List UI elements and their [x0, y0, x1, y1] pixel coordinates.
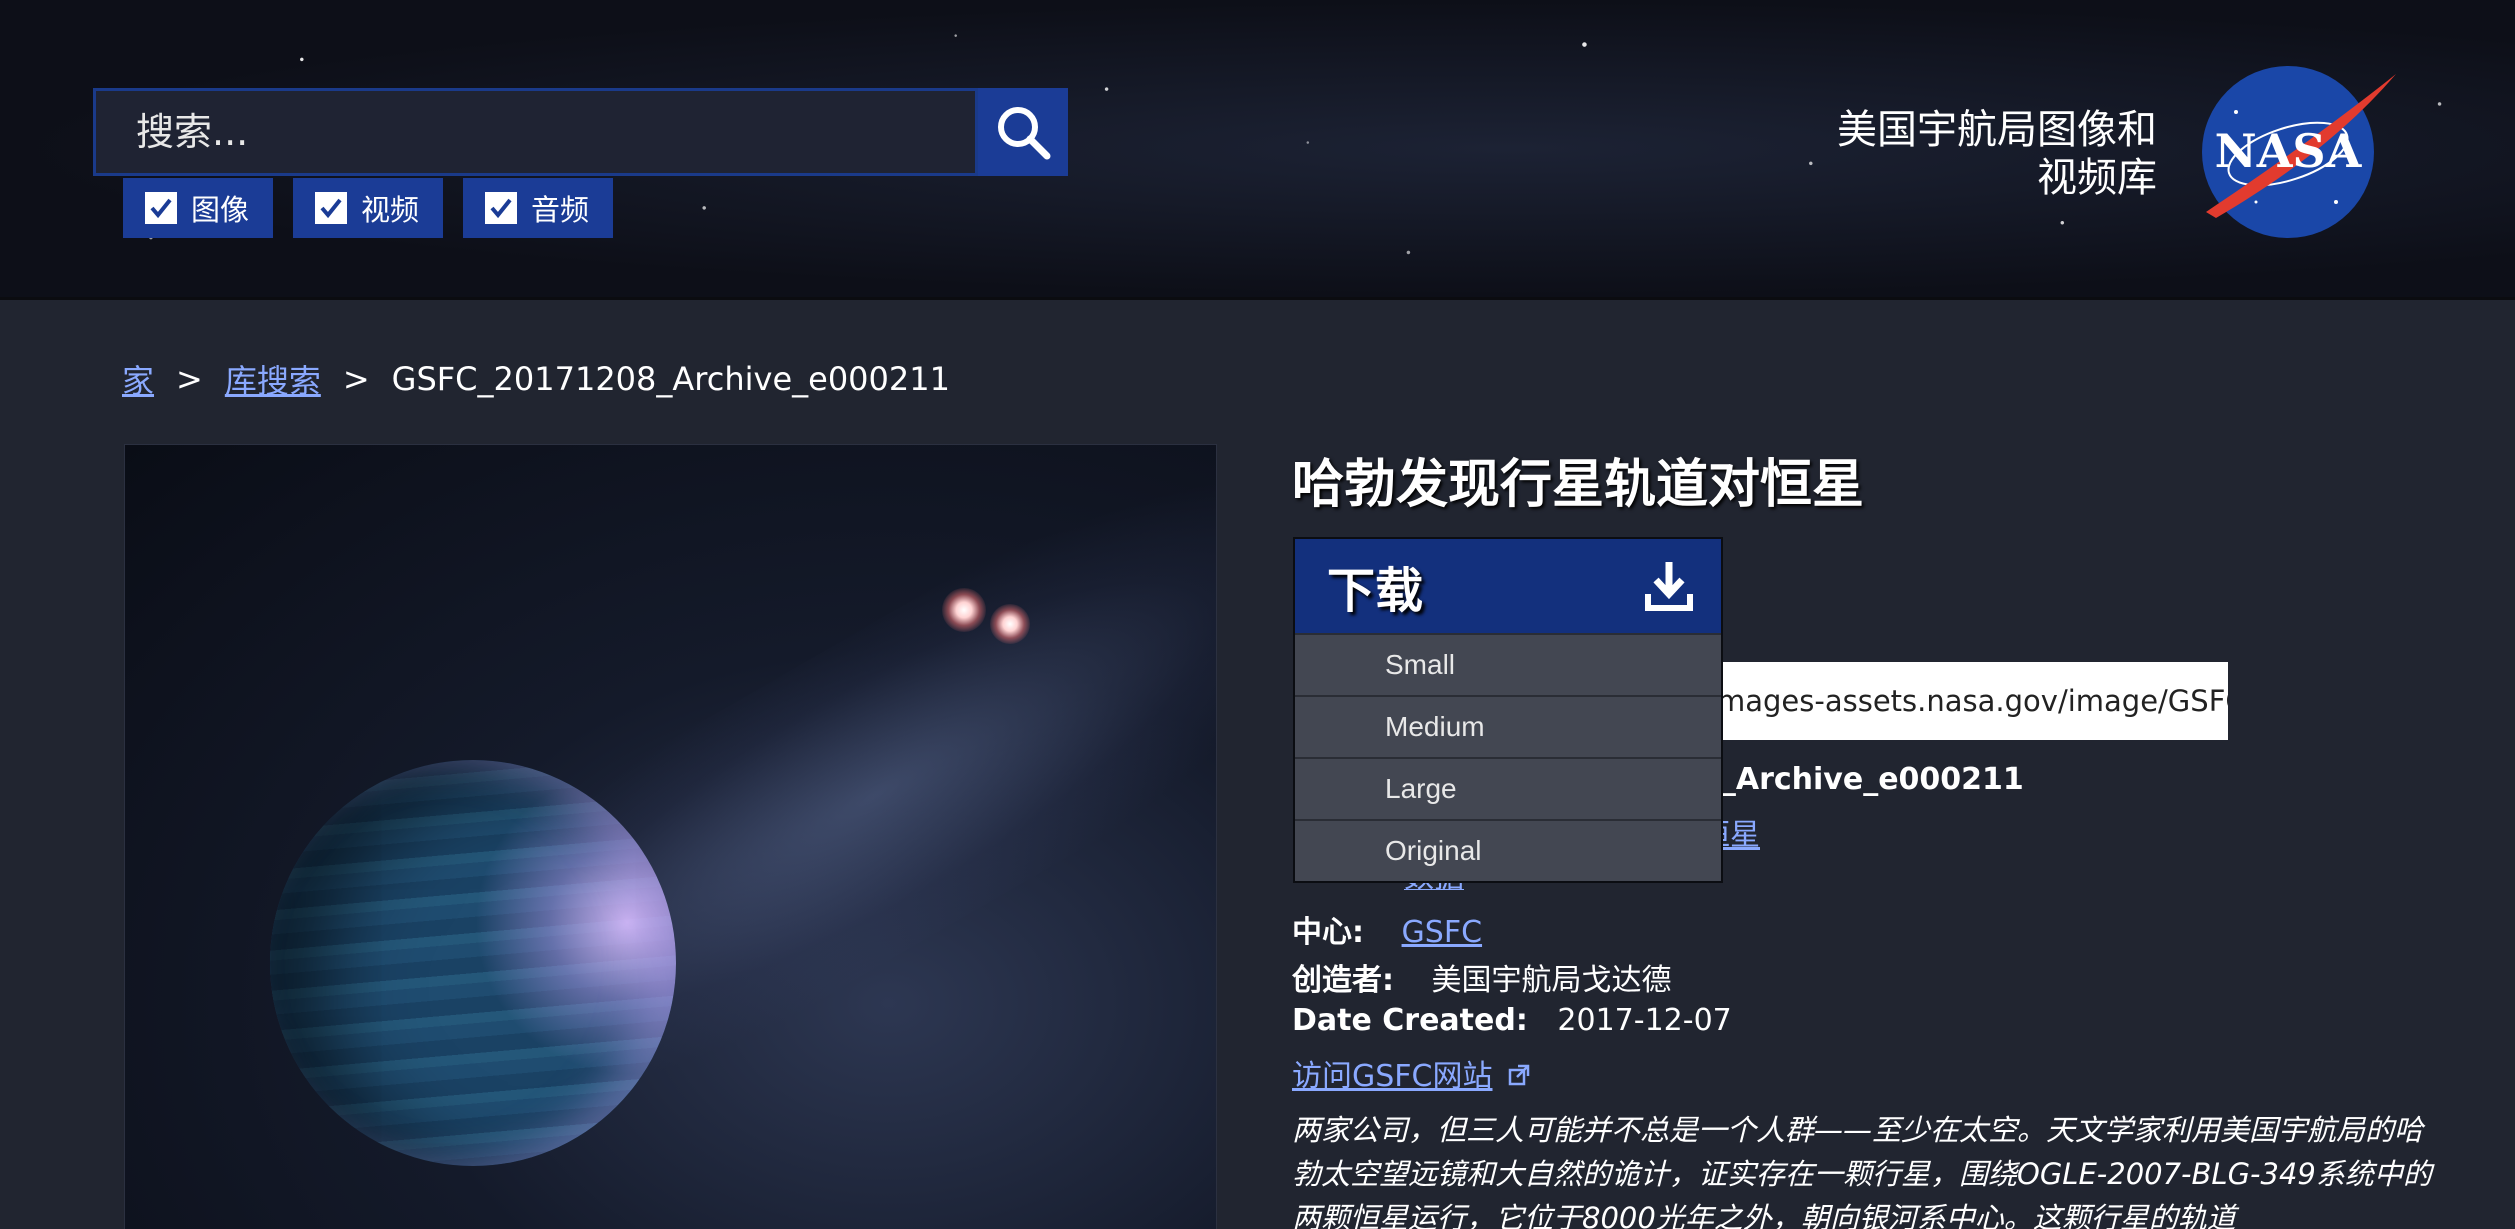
filter-label: 视频	[361, 193, 420, 227]
asset-image[interactable]	[124, 444, 1217, 1229]
breadcrumb: 家 > 库搜索 > GSFC_20171208_Archive_e000211	[122, 356, 950, 402]
download-option-small[interactable]: Small	[1295, 633, 1721, 695]
star-a	[942, 588, 986, 632]
asset-description: 两家公司，但三人可能并不总是一个人群——至少在太空。天文学家利用美国宇航局的哈勃…	[1292, 1113, 2432, 1229]
download-icon	[1645, 562, 1693, 611]
filter-audio[interactable]: 音频	[463, 178, 614, 238]
header-banner: 图像 视频 音频 美国宇航局图像和 视频库 NASA	[0, 0, 2515, 300]
media-filters: 图像 视频 音频	[123, 178, 614, 238]
search-input[interactable]	[136, 110, 975, 154]
search-button[interactable]	[978, 88, 1068, 176]
search-icon	[998, 107, 1051, 160]
visit-center-link[interactable]: 访问GSFC网站	[1292, 1059, 1493, 1094]
date-value: 2017-12-07	[1557, 1003, 1732, 1038]
breadcrumb-separator: >	[342, 360, 370, 398]
date-label: Date Created:	[1292, 1003, 1528, 1038]
library-title-line1: 美国宇航局图像和	[1837, 107, 2157, 153]
check-icon	[150, 198, 172, 219]
date-row: Date Created: 2017-12-07	[1292, 1003, 1732, 1038]
center-link[interactable]: GSFC	[1402, 915, 1483, 950]
creator-value: 美国宇航局戈达德	[1431, 963, 1672, 998]
checkbox-videos[interactable]	[315, 192, 348, 224]
creator-row: 创造者: 美国宇航局戈达德	[1292, 955, 1672, 999]
download-label: 下载	[1327, 563, 1424, 619]
nasa-logo[interactable]: NASA	[2196, 62, 2402, 238]
breadcrumb-search-link[interactable]: 库搜索	[225, 356, 321, 402]
checkbox-audio[interactable]	[485, 192, 518, 224]
download-button[interactable]: 下载	[1295, 539, 1721, 633]
download-menu: 下载 Small Medium Large Original	[1293, 537, 1723, 883]
asset-url-value: https://images-assets.nasa.gov/image/GSF…	[1700, 684, 2228, 718]
library-title[interactable]: 美国宇航局图像和 视频库	[1837, 106, 2157, 202]
check-icon	[320, 198, 342, 219]
check-icon	[490, 198, 512, 219]
download-option-large[interactable]: Large	[1295, 757, 1721, 819]
search-box[interactable]	[93, 88, 978, 176]
download-option-original[interactable]: Original	[1295, 819, 1721, 881]
center-row: 中心: GSFC	[1292, 907, 1482, 951]
library-title-line2: 视频库	[2037, 155, 2157, 201]
planet	[270, 760, 676, 1166]
filter-label: 音频	[531, 193, 590, 227]
center-label: 中心:	[1292, 915, 1364, 950]
filter-images[interactable]: 图像	[123, 178, 274, 238]
logo-text: NASA	[2215, 124, 2363, 178]
asset-url-field[interactable]: https://images-assets.nasa.gov/image/GSF…	[1700, 662, 2228, 740]
filter-videos[interactable]: 视频	[293, 178, 444, 238]
nasa-id-value: 8_Archive_e000211	[1700, 762, 2024, 797]
creator-label: 创造者:	[1292, 963, 1394, 998]
nasa-id-row: 8_Archive_e000211	[1700, 762, 2024, 797]
checkbox-images[interactable]	[145, 192, 177, 224]
page-title: 哈勃发现行星轨道对恒星	[1292, 455, 1865, 515]
download-option-medium[interactable]: Medium	[1295, 695, 1721, 757]
breadcrumb-separator: >	[176, 360, 203, 398]
visit-row: 访问GSFC网站	[1292, 1051, 1530, 1095]
breadcrumb-home-link[interactable]: 家	[122, 356, 154, 402]
external-link-icon	[1508, 1064, 1530, 1086]
breadcrumb-current: GSFC_20171208_Archive_e000211	[391, 360, 950, 398]
star-b	[990, 604, 1030, 644]
filter-label: 图像	[191, 193, 250, 227]
